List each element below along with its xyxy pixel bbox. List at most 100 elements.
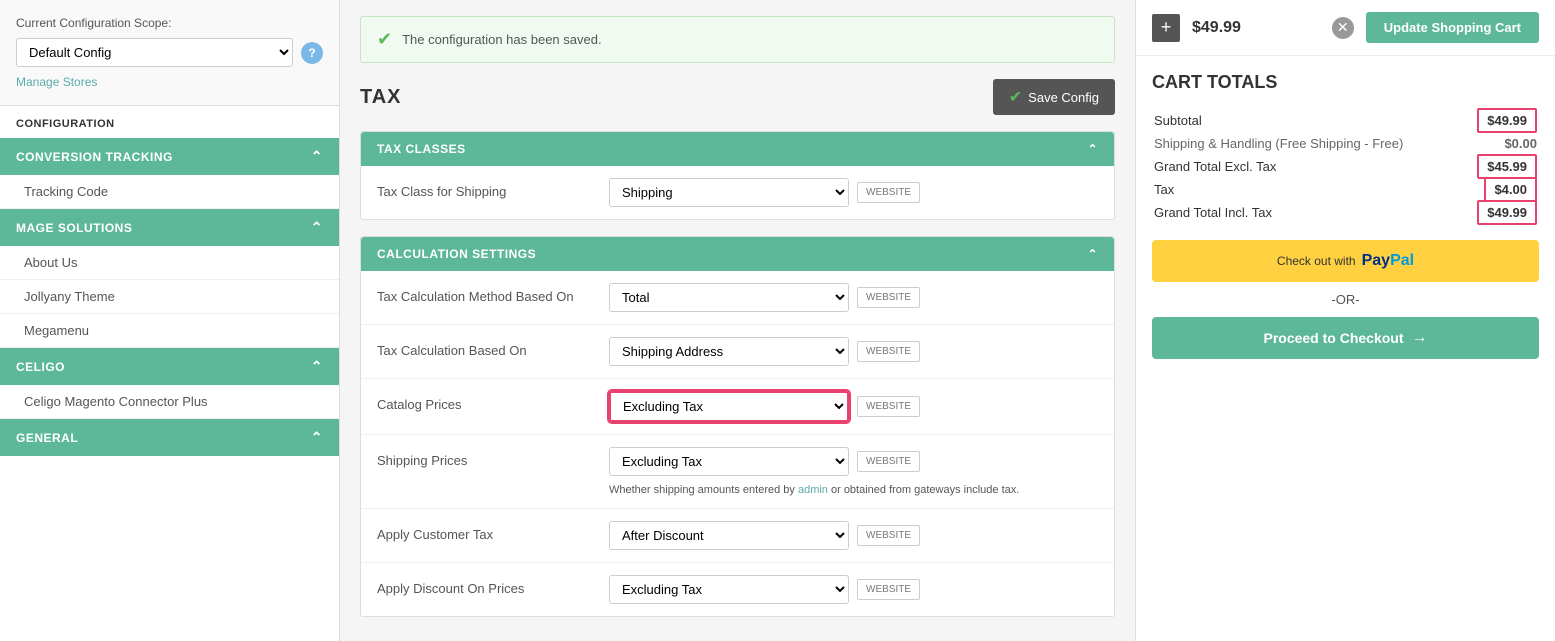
sidebar-item-jollyany-theme[interactable]: Jollyany Theme [0,280,339,314]
config-label: Apply Discount On Prices [377,575,597,596]
manage-stores-link[interactable]: Manage Stores [16,75,323,89]
grand-total-incl-price: $49.99 [1477,200,1537,225]
chevron-up-icon: ⌃ [311,358,323,375]
qty-plus-button[interactable]: + [1152,14,1180,42]
shipping-label: Shipping & Handling (Free Shipping - Fre… [1152,132,1461,155]
nav-header-label: CELIGO [16,360,65,374]
website-badge: WEBSITE [857,287,920,308]
table-row-shipping: Shipping & Handling (Free Shipping - Fre… [1152,132,1539,155]
config-control: Excluding Tax WEBSITE [609,575,1098,604]
arrow-icon: → [1412,329,1428,347]
grand-total-excl-value: $45.99 [1461,155,1539,178]
customer-tax-select[interactable]: After Discount [609,521,849,550]
config-control: Shipping WEBSITE [609,178,1098,207]
chevron-up-icon: ⌃ [311,219,323,236]
calculation-settings-panel: CALCULATION SETTINGS ⌃ Tax Calculation M… [360,236,1115,617]
tax-class-shipping-select[interactable]: Shipping [609,178,849,207]
config-label: Catalog Prices [377,391,597,412]
config-label: Tax Class for Shipping [377,178,597,199]
sidebar-item-megamenu[interactable]: Megamenu [0,314,339,348]
sidebar-item-tracking-code[interactable]: Tracking Code [0,175,339,209]
table-row-grand-total-excl: Grand Total Excl. Tax $45.99 [1152,155,1539,178]
tax-label: Tax [1152,178,1461,201]
nav-header-conversion-tracking[interactable]: CONVERSION TRACKING ⌃ [0,138,339,175]
chevron-up-icon: ⌃ [311,429,323,446]
success-message-bar: ✔ The configuration has been saved. [360,16,1115,63]
calc-method-select[interactable]: Total [609,283,849,312]
panel-header-label: TAX CLASSES [377,142,466,156]
config-select-row: Excluding Tax WEBSITE [609,575,1098,604]
config-control: Total WEBSITE [609,283,1098,312]
right-panel: + $49.99 ✕ Update Shopping Cart CART TOT… [1135,0,1555,641]
checkout-label: Proceed to Checkout [1263,330,1403,346]
subtotal-label: Subtotal [1152,109,1461,132]
main-content: ✔ The configuration has been saved. TAX … [340,0,1135,641]
totals-table: Subtotal $49.99 Shipping & Handling (Fre… [1152,109,1539,224]
page-title: TAX [360,86,402,109]
config-row-discount-prices: Apply Discount On Prices Excluding Tax W… [361,563,1114,616]
cart-totals-title: CART TOTALS [1152,72,1539,93]
config-control: Excluding Tax WEBSITE [609,391,1098,422]
sidebar: Current Configuration Scope: Default Con… [0,0,340,641]
config-select-row: Excluding Tax WEBSITE [609,391,1098,422]
panel-header-label: CALCULATION SETTINGS [377,247,536,261]
config-label: Tax Calculation Method Based On [377,283,597,304]
paypal-logo: PayPal [1362,252,1414,270]
admin-link: admin [798,484,828,496]
config-label: Shipping Prices [377,447,597,468]
success-icon: ✔ [377,29,392,50]
chevron-up-icon: ⌃ [1087,247,1098,261]
sidebar-item-about-us[interactable]: About Us [0,246,339,280]
table-row-tax: Tax $4.00 [1152,178,1539,201]
sidebar-item-celigo-connector[interactable]: Celigo Magento Connector Plus [0,385,339,419]
scope-select-row: Default Config ? [16,38,323,67]
config-select-row: Excluding Tax WEBSITE [609,447,1098,476]
success-text: The configuration has been saved. [402,32,601,47]
chevron-up-icon: ⌃ [311,148,323,165]
configuration-section-title: CONFIGURATION [0,106,339,138]
paypal-button[interactable]: Check out with PayPal [1152,240,1539,282]
calculation-settings-header[interactable]: CALCULATION SETTINGS ⌃ [361,237,1114,271]
scope-section: Current Configuration Scope: Default Con… [0,0,339,106]
tax-classes-panel: TAX CLASSES ⌃ Tax Class for Shipping Shi… [360,131,1115,220]
config-row-customer-tax: Apply Customer Tax After Discount WEBSIT… [361,509,1114,563]
config-control: Shipping Address WEBSITE [609,337,1098,366]
calc-based-on-select[interactable]: Shipping Address [609,337,849,366]
tax-price: $4.00 [1484,177,1537,202]
discount-prices-select[interactable]: Excluding Tax [609,575,849,604]
website-badge: WEBSITE [857,182,920,203]
config-label: Tax Calculation Based On [377,337,597,358]
config-row-catalog-prices: Catalog Prices Excluding Tax WEBSITE [361,379,1114,435]
nav-header-label: GENERAL [16,431,78,445]
subtotal-price: $49.99 [1477,108,1537,133]
nav-header-label: MAGE SOLUTIONS [16,221,132,235]
grand-total-incl-label: Grand Total Incl. Tax [1152,201,1461,224]
config-control: Excluding Tax WEBSITE Whether shipping a… [609,447,1098,496]
save-config-button[interactable]: ✔ Save Config [993,79,1115,115]
nav-header-label: CONVERSION TRACKING [16,150,173,164]
catalog-prices-select[interactable]: Excluding Tax [609,391,849,422]
config-select-row: Shipping WEBSITE [609,178,1098,207]
cart-item-row: + $49.99 ✕ Update Shopping Cart [1136,0,1555,56]
checkout-button[interactable]: Proceed to Checkout → [1152,317,1539,359]
update-cart-button[interactable]: Update Shopping Cart [1366,12,1539,43]
table-row-subtotal: Subtotal $49.99 [1152,109,1539,132]
nav-header-mage-solutions[interactable]: MAGE SOLUTIONS ⌃ [0,209,339,246]
tax-classes-header[interactable]: TAX CLASSES ⌃ [361,132,1114,166]
nav-header-celigo[interactable]: CELIGO ⌃ [0,348,339,385]
grand-total-incl-value: $49.99 [1461,201,1539,224]
remove-item-button[interactable]: ✕ [1332,17,1354,39]
scope-select[interactable]: Default Config [16,38,293,67]
grand-total-excl-label: Grand Total Excl. Tax [1152,155,1461,178]
shipping-prices-select[interactable]: Excluding Tax [609,447,849,476]
website-badge: WEBSITE [857,451,920,472]
nav-header-general[interactable]: GENERAL ⌃ [0,419,339,456]
config-row-shipping-prices: Shipping Prices Excluding Tax WEBSITE Wh… [361,435,1114,509]
help-button[interactable]: ? [301,42,323,64]
config-row-calc-based-on: Tax Calculation Based On Shipping Addres… [361,325,1114,379]
website-badge: WEBSITE [857,525,920,546]
config-row-tax-class-shipping: Tax Class for Shipping Shipping WEBSITE [361,166,1114,219]
check-icon: ✔ [1009,87,1022,107]
tax-value: $4.00 [1461,178,1539,201]
website-badge: WEBSITE [857,579,920,600]
